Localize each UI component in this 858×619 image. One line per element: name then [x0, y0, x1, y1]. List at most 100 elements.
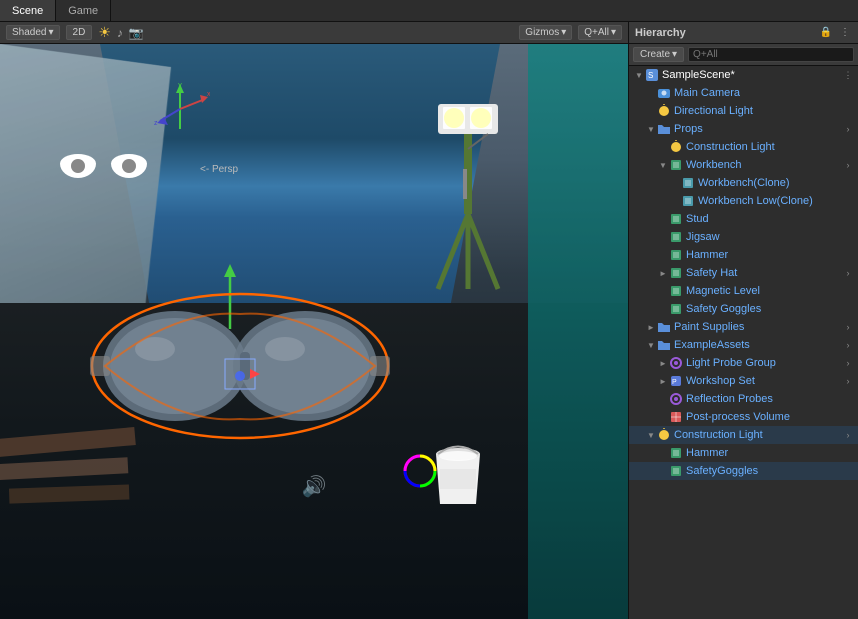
- icon-jigsaw: [669, 230, 683, 244]
- hier-item-magnetic-level[interactable]: Magnetic Level: [629, 282, 858, 300]
- arrow-jigsaw[interactable]: [657, 231, 669, 243]
- safety-goggles-object[interactable]: [85, 284, 395, 449]
- sun-icon[interactable]: ☀: [98, 24, 111, 41]
- hier-item-safety-goggles-2[interactable]: SafetyGoggles: [629, 462, 858, 480]
- icon-example-assets: [657, 338, 671, 352]
- label-hammer-2: Hammer: [686, 447, 858, 459]
- arrow-hammer-1[interactable]: [657, 249, 669, 261]
- arrow-props[interactable]: [645, 123, 657, 135]
- arrow-workbench[interactable]: [657, 159, 669, 171]
- persp-label: <- Persp: [200, 164, 238, 175]
- hier-item-construction-light-1[interactable]: Construction Light: [629, 138, 858, 156]
- hier-item-jigsaw[interactable]: Jigsaw: [629, 228, 858, 246]
- hier-item-directional-light[interactable]: Directional Light: [629, 102, 858, 120]
- arrow-workbench-clone[interactable]: [669, 177, 681, 189]
- arrow-safety-hat[interactable]: [657, 267, 669, 279]
- hierarchy-panel: Hierarchy 🔒 ⋮ Create ▾ S SampleScene*: [628, 22, 858, 619]
- label-props: Props: [674, 123, 840, 135]
- arrow-directional-light[interactable]: [645, 105, 657, 117]
- tab-game[interactable]: Game: [56, 0, 111, 21]
- icon-workshop-set: P: [669, 374, 683, 388]
- label-workshop-set: Workshop Set: [686, 375, 840, 387]
- arrow-hammer-2[interactable]: [657, 447, 669, 459]
- hier-item-construction-light-2[interactable]: Construction Light›: [629, 426, 858, 444]
- hierarchy-content[interactable]: S SampleScene* ⋮ Main Camera Directional …: [629, 66, 858, 619]
- hier-item-safety-goggles[interactable]: Safety Goggles: [629, 300, 858, 318]
- arrow-example-assets[interactable]: [645, 339, 657, 351]
- expand-safety-hat[interactable]: ›: [840, 265, 856, 281]
- expand-construction-light-2[interactable]: ›: [840, 427, 856, 443]
- color-picker-sphere: [403, 454, 438, 489]
- icon-stud: [669, 212, 683, 226]
- icon-reflection-probes: [669, 392, 683, 406]
- hier-item-hammer-1[interactable]: Hammer: [629, 246, 858, 264]
- hier-item-post-process-volume[interactable]: Post-process Volume: [629, 408, 858, 426]
- main-area: Shaded ▾ 2D ☀ ♪ 📷 Gizmos ▾ Q+All ▾: [0, 22, 858, 619]
- label-safety-goggles: Safety Goggles: [686, 303, 858, 315]
- hier-item-workbench-low-clone[interactable]: Workbench Low(Clone): [629, 192, 858, 210]
- scene-arrow[interactable]: [633, 69, 645, 81]
- label-post-process-volume: Post-process Volume: [686, 411, 858, 423]
- hier-item-workshop-set[interactable]: PWorkshop Set›: [629, 372, 858, 390]
- audio-icon[interactable]: ♪: [117, 26, 123, 40]
- arrow-construction-light-1[interactable]: [657, 141, 669, 153]
- shading-dropdown[interactable]: Shaded ▾: [6, 25, 60, 40]
- expand-example-assets[interactable]: ›: [840, 337, 856, 353]
- scene-expand[interactable]: ⋮: [840, 67, 856, 83]
- label-magnetic-level: Magnetic Level: [686, 285, 858, 297]
- scene-canvas[interactable]: y x z <- Persp: [0, 44, 628, 619]
- hier-item-stud[interactable]: Stud: [629, 210, 858, 228]
- hierarchy-menu-button[interactable]: ⋮: [838, 27, 852, 38]
- icon-construction-light-1: [669, 140, 683, 154]
- hierarchy-lock-button[interactable]: 🔒: [818, 27, 834, 38]
- arrow-light-probe-group[interactable]: [657, 357, 669, 369]
- arrow-paint-supplies[interactable]: [645, 321, 657, 333]
- arrow-workbench-low-clone[interactable]: [669, 195, 681, 207]
- arrow-safety-goggles-2[interactable]: [657, 465, 669, 477]
- hier-item-light-probe-group[interactable]: Light Probe Group›: [629, 354, 858, 372]
- arrow-reflection-probes[interactable]: [657, 393, 669, 405]
- hier-item-hammer-2[interactable]: Hammer: [629, 444, 858, 462]
- hier-item-props[interactable]: Props›: [629, 120, 858, 138]
- scene-camera-handle: [60, 154, 147, 178]
- label-reflection-probes: Reflection Probes: [686, 393, 858, 405]
- arrow-main-camera[interactable]: [645, 87, 657, 99]
- tab-bar: Scene Game: [0, 0, 858, 22]
- expand-paint-supplies[interactable]: ›: [840, 319, 856, 335]
- hier-item-main-camera[interactable]: Main Camera: [629, 84, 858, 102]
- create-button[interactable]: Create ▾: [633, 47, 684, 62]
- hier-item-safety-hat[interactable]: Safety Hat›: [629, 264, 858, 282]
- expand-light-probe-group[interactable]: ›: [840, 355, 856, 371]
- icon-safety-hat: [669, 266, 683, 280]
- hier-item-reflection-probes[interactable]: Reflection Probes: [629, 390, 858, 408]
- arrow-construction-light-2[interactable]: [645, 429, 657, 441]
- camera-toggle-icon[interactable]: 📷: [129, 26, 144, 40]
- hierarchy-search[interactable]: [688, 47, 854, 62]
- icon-props: [657, 122, 671, 136]
- arrow-workshop-set[interactable]: [657, 375, 669, 387]
- label-construction-light-1: Construction Light: [686, 141, 858, 153]
- expand-workshop-set[interactable]: ›: [840, 373, 856, 389]
- gizmos-dropdown[interactable]: Gizmos ▾: [519, 25, 572, 40]
- hier-item-workbench[interactable]: Workbench›: [629, 156, 858, 174]
- label-hammer-1: Hammer: [686, 249, 858, 261]
- hier-item-workbench-clone[interactable]: Workbench(Clone): [629, 174, 858, 192]
- icon-post-process-volume: [669, 410, 683, 424]
- arrow-stud[interactable]: [657, 213, 669, 225]
- hier-item-example-assets[interactable]: ExampleAssets›: [629, 336, 858, 354]
- 2d-button[interactable]: 2D: [66, 25, 93, 40]
- expand-props[interactable]: ›: [840, 121, 856, 137]
- hier-item-paint-supplies[interactable]: Paint Supplies›: [629, 318, 858, 336]
- icon-hammer-1: [669, 248, 683, 262]
- icon-construction-light-2: [657, 428, 671, 442]
- arrow-safety-goggles[interactable]: [657, 303, 669, 315]
- icon-workbench-clone: [681, 176, 695, 190]
- all-dropdown[interactable]: Q+All ▾: [578, 25, 622, 40]
- sample-scene-root[interactable]: S SampleScene* ⋮: [629, 66, 858, 84]
- label-directional-light: Directional Light: [674, 105, 858, 117]
- expand-workbench[interactable]: ›: [840, 157, 856, 173]
- arrow-post-process-volume[interactable]: [657, 411, 669, 423]
- icon-workbench: [669, 158, 683, 172]
- tab-scene[interactable]: Scene: [0, 0, 56, 21]
- arrow-magnetic-level[interactable]: [657, 285, 669, 297]
